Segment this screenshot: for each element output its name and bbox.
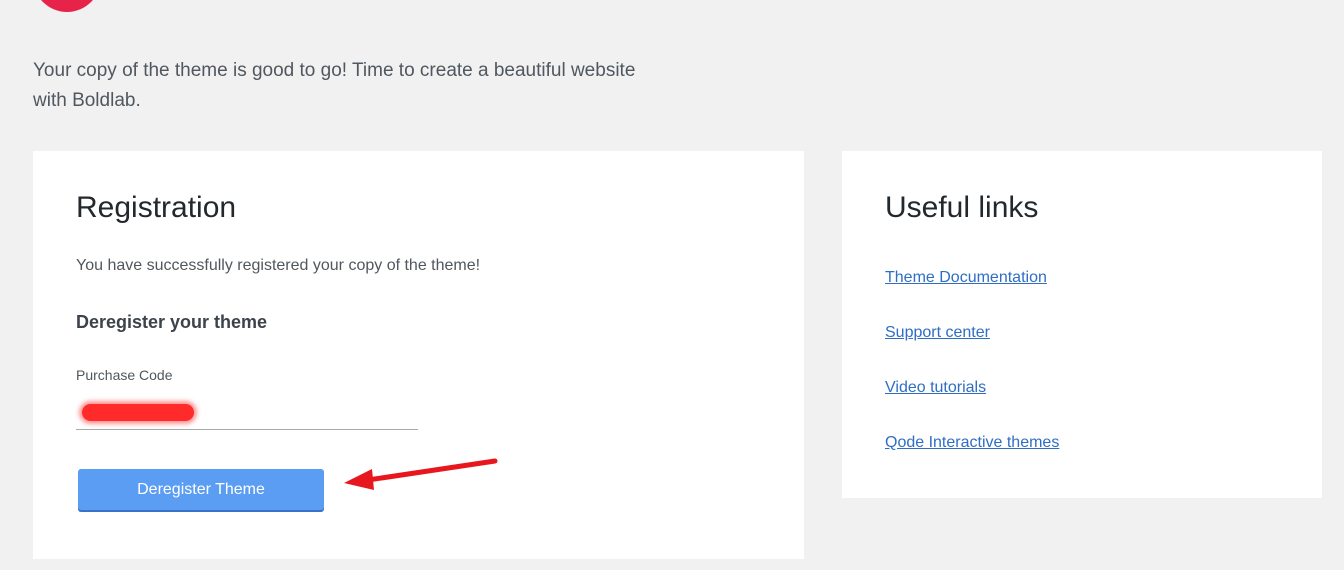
registration-card: Registration You have successfully regis…: [33, 151, 804, 559]
list-item: Theme Documentation: [885, 269, 1059, 324]
intro-line-2: with Boldlab.: [33, 90, 141, 111]
list-item: Qode Interactive themes: [885, 434, 1059, 489]
intro-line-1: Your copy of the theme is good to go! Ti…: [33, 60, 636, 81]
link-support-center[interactable]: Support center: [885, 324, 990, 341]
registration-success-message: You have successfully registered your co…: [76, 257, 481, 274]
list-item: Video tutorials: [885, 379, 1059, 434]
intro-text: Your copy of the theme is good to go! Ti…: [33, 56, 793, 116]
deregister-theme-button[interactable]: Deregister Theme: [78, 469, 324, 510]
purchase-code-field[interactable]: [76, 397, 418, 430]
link-theme-documentation[interactable]: Theme Documentation: [885, 269, 1047, 286]
useful-links-title: Useful links: [885, 191, 1039, 224]
list-item: Support center: [885, 324, 1059, 379]
boldlab-logo-icon: [33, 0, 101, 12]
redacted-purchase-code: [82, 404, 194, 421]
deregister-heading: Deregister your theme: [76, 312, 268, 332]
useful-links-card: Useful links Theme Documentation Support…: [842, 151, 1322, 498]
useful-links-list: Theme Documentation Support center Video…: [885, 269, 1059, 489]
registration-title: Registration: [76, 191, 237, 224]
purchase-code-label: Purchase Code: [76, 367, 173, 383]
link-video-tutorials[interactable]: Video tutorials: [885, 379, 986, 396]
link-qode-interactive-themes[interactable]: Qode Interactive themes: [885, 434, 1059, 451]
red-arrow-icon: [344, 458, 498, 490]
